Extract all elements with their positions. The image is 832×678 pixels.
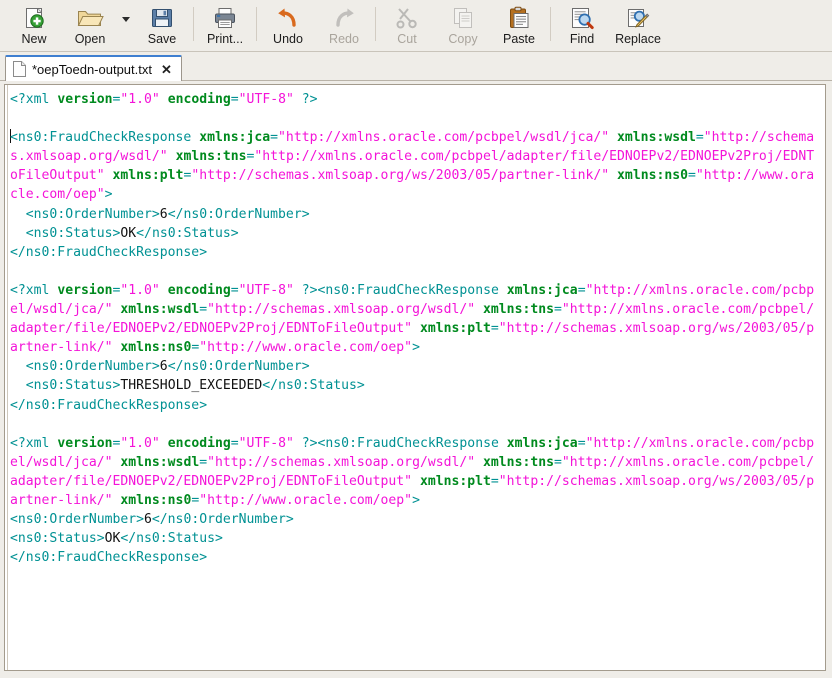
print-button-label: Print...: [206, 32, 244, 46]
tab-oeptoedn-output[interactable]: *oepToedn-output.txt ✕: [5, 55, 182, 81]
new-button[interactable]: New: [6, 3, 62, 50]
paste-button-label: Paste: [503, 32, 535, 46]
tab-strip: *oepToedn-output.txt ✕: [0, 52, 832, 81]
replace-pencil-icon: [622, 5, 654, 31]
cut-button-label: Cut: [397, 32, 417, 46]
undo-button[interactable]: Undo: [260, 3, 316, 50]
save-button[interactable]: Save: [134, 3, 190, 50]
toolbar-separator: [256, 7, 257, 41]
copy-button: Copy: [435, 3, 491, 50]
open-folder-icon: [74, 5, 106, 31]
copy-pages-icon: [447, 5, 479, 31]
code-editor-area[interactable]: <?xml version="1.0" encoding="UTF-8" ?> …: [5, 85, 825, 670]
copy-button-label: Copy: [448, 32, 478, 46]
replace-button[interactable]: Replace: [610, 3, 666, 50]
redo-button-label: Redo: [329, 32, 359, 46]
tab-close-icon[interactable]: ✕: [158, 63, 173, 76]
new-document-icon: [18, 5, 50, 31]
text-file-icon: [13, 61, 26, 77]
toolbar-separator: [375, 7, 376, 41]
print-button[interactable]: Print...: [197, 3, 253, 50]
paste-button[interactable]: Paste: [491, 3, 547, 50]
text-editor-window: New Open Save Print... Undo Redo Cut Cop…: [0, 0, 832, 678]
open-button-label: Open: [74, 32, 106, 46]
toolbar-separator: [193, 7, 194, 41]
floppy-save-icon: [146, 5, 178, 31]
main-toolbar: New Open Save Print... Undo Redo Cut Cop…: [0, 0, 832, 52]
find-button-label: Find: [569, 32, 595, 46]
cut-button: Cut: [379, 3, 435, 50]
toolbar-separator: [550, 7, 551, 41]
printer-icon: [209, 5, 241, 31]
undo-arrow-icon: [272, 5, 304, 31]
find-button[interactable]: Find: [554, 3, 610, 50]
magnifier-find-icon: [566, 5, 598, 31]
scissors-icon: [391, 5, 423, 31]
clipboard-paste-icon: [503, 5, 535, 31]
save-button-label: Save: [147, 32, 177, 46]
editor-frame: <?xml version="1.0" encoding="UTF-8" ?> …: [4, 84, 826, 671]
tab-label: *oepToedn-output.txt: [32, 61, 152, 77]
redo-button: Redo: [316, 3, 372, 50]
open-dropdown-button[interactable]: [118, 3, 134, 50]
undo-button-label: Undo: [273, 32, 303, 46]
redo-arrow-icon: [328, 5, 360, 31]
open-button[interactable]: Open: [62, 3, 118, 50]
new-button-label: New: [21, 32, 47, 46]
replace-button-label: Replace: [615, 32, 661, 46]
chevron-down-icon: [122, 17, 130, 22]
